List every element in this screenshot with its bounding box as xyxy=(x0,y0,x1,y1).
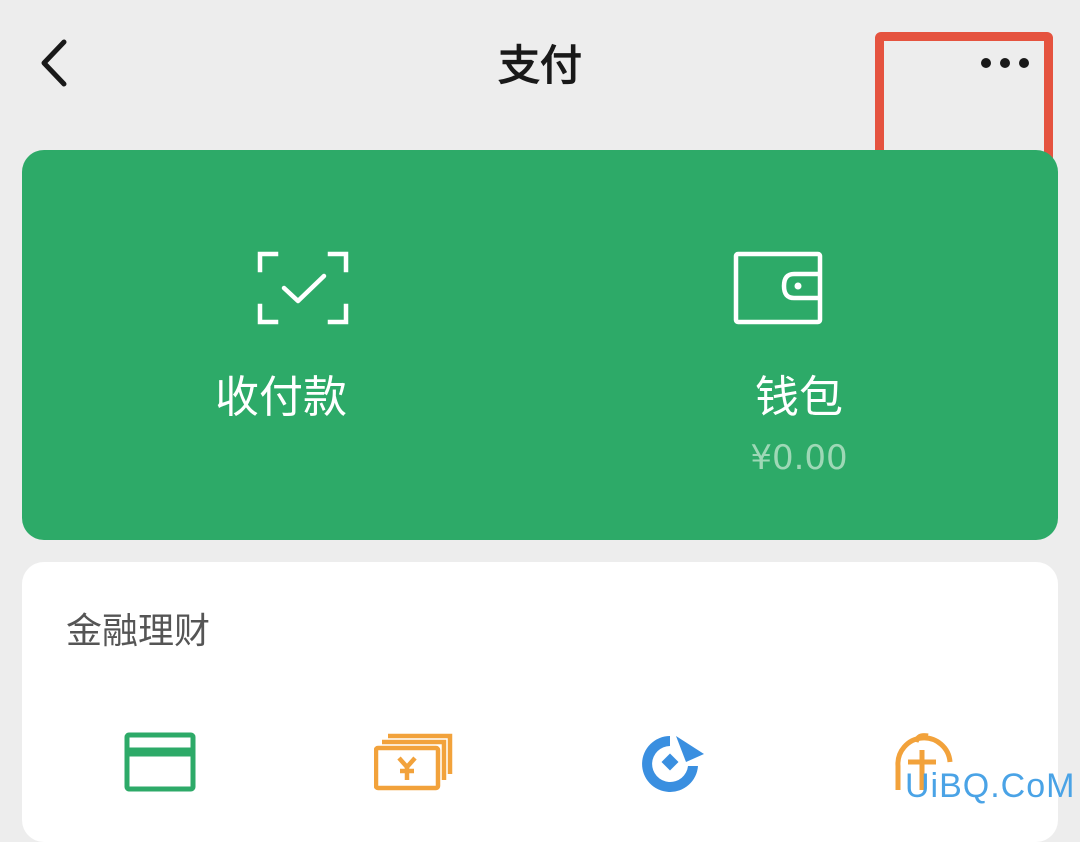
top-bar: 支付 xyxy=(0,0,1080,130)
wallet-icon xyxy=(733,251,823,325)
page-title: 支付 xyxy=(497,41,582,90)
scan-check-icon xyxy=(257,251,349,325)
finance-section: 金融理财 xyxy=(22,562,1058,842)
more-button[interactable] xyxy=(960,40,1050,90)
receive-pay-button[interactable]: 收付款 xyxy=(22,150,540,540)
section-title: 金融理财 xyxy=(66,611,211,652)
wallet-button[interactable]: 钱包 ¥0.00 xyxy=(540,150,1058,540)
payment-card: 收付款 钱包 ¥0.00 xyxy=(22,150,1058,540)
ellipsis-icon xyxy=(981,58,1029,68)
watermark-text: UiBQ.CoM xyxy=(905,767,1076,805)
wallet-label: 钱包 xyxy=(755,372,843,423)
receive-pay-label: 收付款 xyxy=(215,372,347,423)
coin-swirl-icon[interactable] xyxy=(632,732,708,792)
wallet-balance: ¥0.00 xyxy=(750,438,848,478)
credit-card-icon[interactable] xyxy=(124,732,196,792)
banknote-icon[interactable] xyxy=(374,732,454,792)
